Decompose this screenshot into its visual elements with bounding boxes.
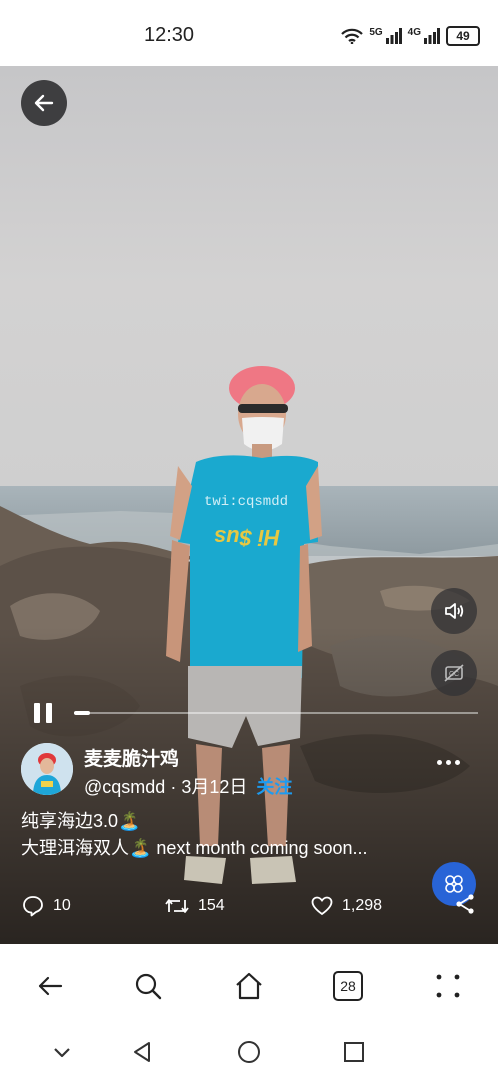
pause-button[interactable]: [34, 703, 54, 723]
captions-button[interactable]: CC: [431, 650, 477, 696]
status-bar: 12:30 5G 4G 49: [0, 0, 498, 66]
reply-count: 10: [53, 897, 71, 914]
tab-switcher-button[interactable]: 28: [328, 966, 368, 1006]
status-icons: 5G 4G 49: [341, 26, 480, 46]
browser-toolbar: 28: [0, 944, 498, 1024]
back-button[interactable]: [21, 80, 67, 126]
reply-icon: [23, 896, 43, 917]
like-button[interactable]: 1,298: [310, 894, 382, 918]
signal-1-label: 5G: [369, 26, 383, 38]
dot: [437, 760, 442, 765]
signal-bars-icon: [385, 28, 402, 44]
progress-fill: [74, 711, 91, 715]
like-count: 1,298: [342, 897, 383, 914]
search-icon: [135, 973, 162, 1000]
circle-home-icon: [238, 1041, 260, 1063]
repost-button[interactable]: 154: [164, 894, 225, 918]
display-name[interactable]: 麦麦脆汁鸡: [84, 744, 179, 771]
chevron-down-icon: [54, 1048, 70, 1058]
handle-line: @cqsmdd · 3月12日 关注: [84, 773, 292, 799]
repost-count: 154: [198, 897, 225, 914]
system-navigation-bar: [0, 1024, 498, 1080]
browser-home-button[interactable]: [229, 966, 269, 1006]
post-caption: 纯享海边3.0🏝️ 大理洱海双人🏝️ next month coming soo…: [21, 808, 368, 862]
browser-search-button[interactable]: [128, 966, 168, 1006]
more-options-button[interactable]: [437, 760, 460, 765]
action-bar: 10 154 1,298: [0, 892, 498, 920]
share-button[interactable]: [454, 893, 476, 920]
user-handle[interactable]: @cqsmdd: [84, 777, 165, 797]
tab-count: 28: [333, 971, 363, 1001]
captions-off-icon: CC: [444, 664, 464, 682]
repost-icon: [165, 899, 189, 913]
speaker-icon: [445, 603, 464, 619]
watermark-text: twi:cqsmdd: [204, 494, 289, 510]
reply-button[interactable]: 10: [21, 894, 71, 918]
nav-home-button[interactable]: [235, 1038, 263, 1066]
share-icon: [456, 894, 474, 914]
heart-icon: [311, 896, 333, 916]
grid-dots-icon: [436, 974, 460, 998]
volume-button[interactable]: [431, 588, 477, 634]
dot: [455, 760, 460, 765]
signal-2-label: 4G: [407, 26, 421, 38]
signal-bars-icon: [424, 28, 440, 44]
progress-track[interactable]: [74, 712, 478, 714]
nav-recents-button[interactable]: [340, 1038, 368, 1066]
square-recents-icon: [344, 1042, 364, 1062]
dot: [446, 760, 451, 765]
avatar[interactable]: [21, 743, 73, 795]
browser-menu-button[interactable]: [428, 966, 468, 1006]
status-time: 12:30: [143, 24, 195, 46]
separator: ·: [165, 777, 182, 797]
pause-bar: [46, 703, 52, 723]
follow-button[interactable]: 关注: [256, 777, 292, 797]
nav-back-button[interactable]: [128, 1038, 156, 1066]
post-date[interactable]: 3月12日: [181, 777, 247, 797]
arrow-left-icon: [34, 94, 54, 112]
wifi-icon: [341, 28, 364, 44]
browser-back-button[interactable]: [30, 966, 70, 1006]
pause-bar: [34, 703, 40, 723]
arrow-left-icon: [38, 976, 63, 996]
shirt-print: Hi $us: [214, 525, 281, 550]
avatar-image: [21, 743, 73, 795]
video-progress[interactable]: [20, 701, 478, 725]
home-icon: [236, 972, 262, 1000]
caption-line: 大理洱海双人🏝️ next month coming soon...: [21, 838, 368, 858]
triangle-back-icon: [134, 1042, 150, 1062]
caption-line: 纯享海边3.0🏝️: [21, 811, 141, 831]
battery-indicator: 49: [446, 26, 480, 46]
nav-collapse-button[interactable]: [48, 1038, 76, 1066]
